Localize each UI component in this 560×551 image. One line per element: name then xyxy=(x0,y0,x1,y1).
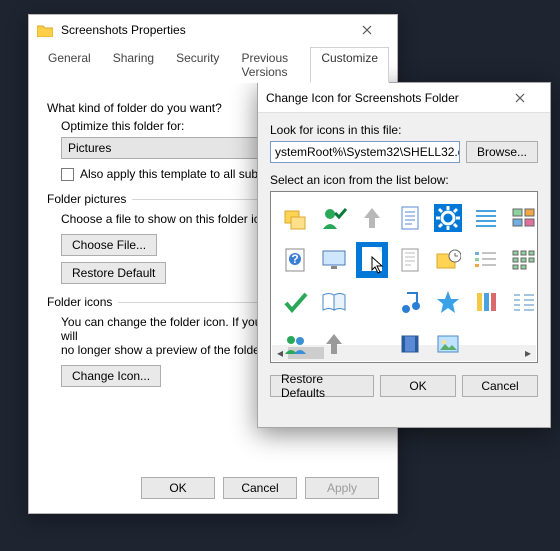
icon-thumbs[interactable] xyxy=(507,198,538,238)
icon-grid: ? xyxy=(279,198,529,363)
change-icon-body: Look for icons in this file: ystemRoot%\… xyxy=(258,113,550,407)
ok-button[interactable]: OK xyxy=(380,375,456,397)
change-icon-dialog: Change Icon for Screenshots Folder Look … xyxy=(257,82,551,428)
icon-monitor[interactable] xyxy=(317,240,351,280)
icon-document[interactable] xyxy=(393,198,427,238)
tab-customize[interactable]: Customize xyxy=(310,47,389,83)
close-button[interactable] xyxy=(498,84,542,112)
browse-button[interactable]: Browse... xyxy=(466,141,538,163)
properties-title: Screenshots Properties xyxy=(61,23,345,37)
choose-file-button[interactable]: Choose File... xyxy=(61,234,157,256)
icon-path-value: ystemRoot%\System32\SHELL32.dll xyxy=(275,145,460,159)
icon-gear-blue[interactable] xyxy=(431,198,465,238)
tab-sharing[interactable]: Sharing xyxy=(102,47,165,83)
select-icon-label: Select an icon from the list below: xyxy=(270,173,538,187)
icon-cells[interactable] xyxy=(507,282,538,322)
icon-list: ? xyxy=(270,191,538,363)
icon-check-user[interactable] xyxy=(317,198,351,238)
folder-icons-header: Folder icons xyxy=(47,295,118,309)
cancel-button[interactable]: Cancel xyxy=(462,375,538,397)
properties-tabs: General Sharing Security Previous Versio… xyxy=(29,45,397,83)
icon-arrow-up[interactable] xyxy=(355,198,389,238)
apply-button[interactable]: Apply xyxy=(305,477,379,499)
icon-grid-5[interactable] xyxy=(507,240,538,280)
ok-button[interactable]: OK xyxy=(141,477,215,499)
restore-defaults-button[interactable]: Restore Defaults xyxy=(270,375,374,397)
folder-icon xyxy=(37,23,53,37)
also-apply-checkbox[interactable] xyxy=(61,168,74,181)
properties-titlebar[interactable]: Screenshots Properties xyxy=(29,15,397,45)
icon-star[interactable] xyxy=(431,282,465,322)
look-for-label: Look for icons in this file: xyxy=(270,123,538,137)
tab-general[interactable]: General xyxy=(37,47,102,83)
cursor-icon xyxy=(371,256,385,274)
icon-path-input[interactable]: ystemRoot%\System32\SHELL32.dll xyxy=(270,141,460,163)
icon-text-page[interactable] xyxy=(393,240,427,280)
change-icon-button[interactable]: Change Icon... xyxy=(61,365,161,387)
icon-open-book[interactable] xyxy=(317,282,351,322)
change-icon-footer: Restore Defaults OK Cancel xyxy=(270,375,538,397)
change-icon-title: Change Icon for Screenshots Folder xyxy=(266,91,498,105)
icon-color-bars[interactable] xyxy=(469,282,503,322)
svg-text:?: ? xyxy=(291,252,298,266)
icon-checkmark[interactable] xyxy=(279,282,313,322)
icon-list-view[interactable] xyxy=(469,198,503,238)
icon-help-doc[interactable]: ? xyxy=(279,240,313,280)
restore-default-button[interactable]: Restore Default xyxy=(61,262,166,284)
folder-pictures-header: Folder pictures xyxy=(47,192,132,206)
tab-previous-versions[interactable]: Previous Versions xyxy=(230,47,310,83)
close-button[interactable] xyxy=(345,16,389,44)
icon-music-note[interactable] xyxy=(393,282,427,322)
properties-footer: OK Cancel Apply xyxy=(141,477,379,499)
scroll-right-icon[interactable]: ▸ xyxy=(520,345,536,361)
change-icon-titlebar[interactable]: Change Icon for Screenshots Folder xyxy=(258,83,550,113)
icon-folder-clock[interactable] xyxy=(431,240,465,280)
optimize-for-value: Pictures xyxy=(68,141,111,155)
cancel-button[interactable]: Cancel xyxy=(223,477,297,499)
icon-blank[interactable] xyxy=(355,282,389,322)
icon-folders[interactable] xyxy=(279,198,313,238)
icon-detail-list[interactable] xyxy=(469,240,503,280)
tab-security[interactable]: Security xyxy=(165,47,230,83)
icon-blank-sheet-selected[interactable] xyxy=(355,240,389,280)
